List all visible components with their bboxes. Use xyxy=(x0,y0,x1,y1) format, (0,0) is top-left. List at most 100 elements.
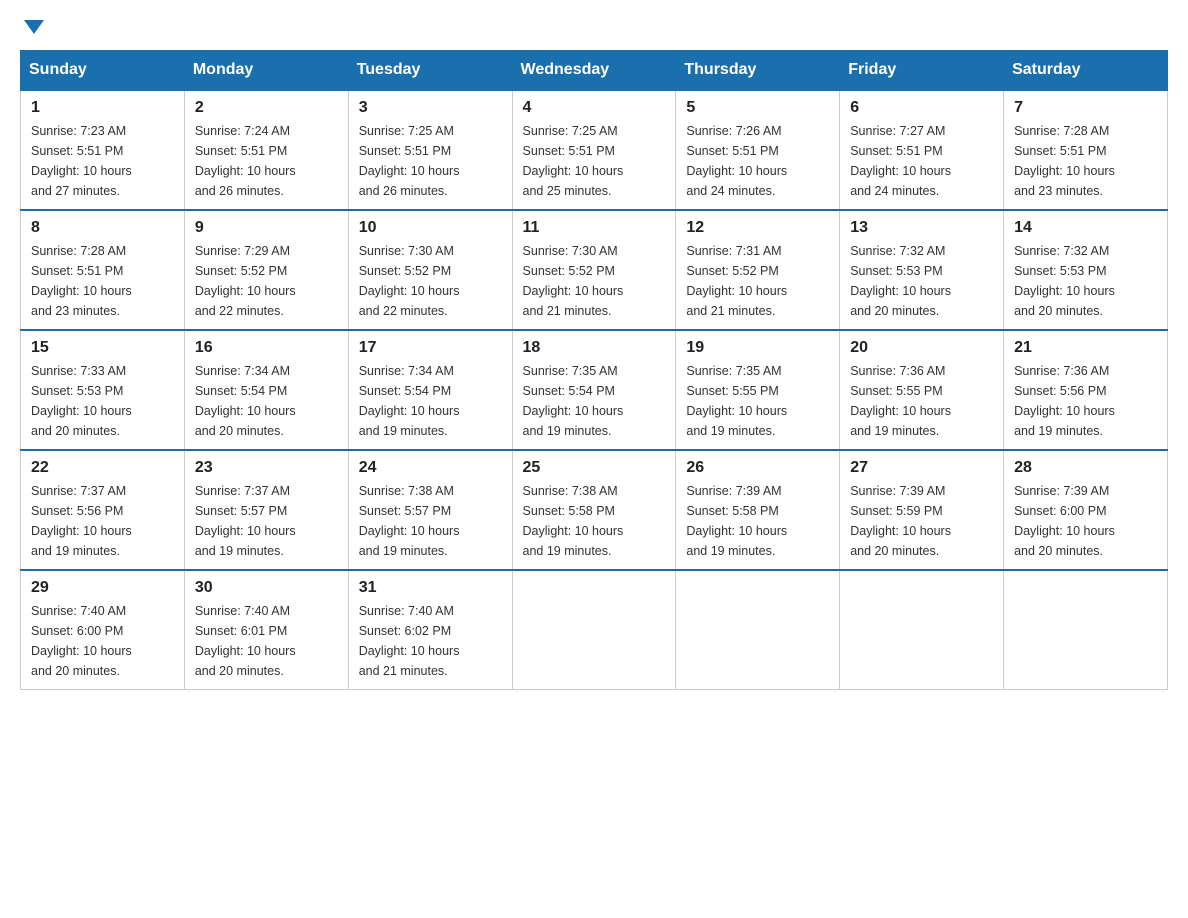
calendar-header: Sunday Monday Tuesday Wednesday Thursday… xyxy=(21,51,1168,91)
day-number: 28 xyxy=(1014,459,1157,477)
calendar-cell: 10 Sunrise: 7:30 AM Sunset: 5:52 PM Dayl… xyxy=(348,210,512,330)
day-number: 21 xyxy=(1014,339,1157,357)
day-info: Sunrise: 7:37 AM Sunset: 5:57 PM Dayligh… xyxy=(195,481,338,561)
day-number: 18 xyxy=(523,339,666,357)
day-number: 17 xyxy=(359,339,502,357)
day-number: 8 xyxy=(31,219,174,237)
header-monday: Monday xyxy=(184,51,348,91)
logo-triangle-icon xyxy=(24,20,44,34)
calendar-cell: 24 Sunrise: 7:38 AM Sunset: 5:57 PM Dayl… xyxy=(348,450,512,570)
header-row: Sunday Monday Tuesday Wednesday Thursday… xyxy=(21,51,1168,91)
calendar-cell xyxy=(676,570,840,690)
calendar-body: 1 Sunrise: 7:23 AM Sunset: 5:51 PM Dayli… xyxy=(21,90,1168,690)
calendar-week-3: 15 Sunrise: 7:33 AM Sunset: 5:53 PM Dayl… xyxy=(21,330,1168,450)
calendar-cell: 25 Sunrise: 7:38 AM Sunset: 5:58 PM Dayl… xyxy=(512,450,676,570)
calendar-cell: 14 Sunrise: 7:32 AM Sunset: 5:53 PM Dayl… xyxy=(1004,210,1168,330)
logo xyxy=(20,20,44,34)
calendar-cell: 18 Sunrise: 7:35 AM Sunset: 5:54 PM Dayl… xyxy=(512,330,676,450)
calendar-cell: 20 Sunrise: 7:36 AM Sunset: 5:55 PM Dayl… xyxy=(840,330,1004,450)
calendar-cell: 31 Sunrise: 7:40 AM Sunset: 6:02 PM Dayl… xyxy=(348,570,512,690)
calendar-cell: 27 Sunrise: 7:39 AM Sunset: 5:59 PM Dayl… xyxy=(840,450,1004,570)
day-info: Sunrise: 7:32 AM Sunset: 5:53 PM Dayligh… xyxy=(850,241,993,321)
calendar-cell: 16 Sunrise: 7:34 AM Sunset: 5:54 PM Dayl… xyxy=(184,330,348,450)
day-number: 14 xyxy=(1014,219,1157,237)
day-info: Sunrise: 7:27 AM Sunset: 5:51 PM Dayligh… xyxy=(850,121,993,201)
day-number: 2 xyxy=(195,99,338,117)
day-info: Sunrise: 7:32 AM Sunset: 5:53 PM Dayligh… xyxy=(1014,241,1157,321)
calendar-cell: 1 Sunrise: 7:23 AM Sunset: 5:51 PM Dayli… xyxy=(21,90,185,210)
day-info: Sunrise: 7:34 AM Sunset: 5:54 PM Dayligh… xyxy=(195,361,338,441)
day-number: 24 xyxy=(359,459,502,477)
day-number: 19 xyxy=(686,339,829,357)
day-info: Sunrise: 7:25 AM Sunset: 5:51 PM Dayligh… xyxy=(523,121,666,201)
day-number: 13 xyxy=(850,219,993,237)
day-number: 7 xyxy=(1014,99,1157,117)
day-info: Sunrise: 7:26 AM Sunset: 5:51 PM Dayligh… xyxy=(686,121,829,201)
day-number: 4 xyxy=(523,99,666,117)
calendar-cell: 11 Sunrise: 7:30 AM Sunset: 5:52 PM Dayl… xyxy=(512,210,676,330)
calendar-week-5: 29 Sunrise: 7:40 AM Sunset: 6:00 PM Dayl… xyxy=(21,570,1168,690)
header-sunday: Sunday xyxy=(21,51,185,91)
calendar-cell: 2 Sunrise: 7:24 AM Sunset: 5:51 PM Dayli… xyxy=(184,90,348,210)
day-info: Sunrise: 7:39 AM Sunset: 5:58 PM Dayligh… xyxy=(686,481,829,561)
calendar-cell: 19 Sunrise: 7:35 AM Sunset: 5:55 PM Dayl… xyxy=(676,330,840,450)
calendar-cell: 29 Sunrise: 7:40 AM Sunset: 6:00 PM Dayl… xyxy=(21,570,185,690)
page-header xyxy=(20,20,1168,34)
calendar-cell: 13 Sunrise: 7:32 AM Sunset: 5:53 PM Dayl… xyxy=(840,210,1004,330)
day-number: 9 xyxy=(195,219,338,237)
day-number: 15 xyxy=(31,339,174,357)
day-info: Sunrise: 7:24 AM Sunset: 5:51 PM Dayligh… xyxy=(195,121,338,201)
day-info: Sunrise: 7:39 AM Sunset: 6:00 PM Dayligh… xyxy=(1014,481,1157,561)
calendar-cell: 3 Sunrise: 7:25 AM Sunset: 5:51 PM Dayli… xyxy=(348,90,512,210)
day-number: 29 xyxy=(31,579,174,597)
day-info: Sunrise: 7:36 AM Sunset: 5:56 PM Dayligh… xyxy=(1014,361,1157,441)
day-info: Sunrise: 7:25 AM Sunset: 5:51 PM Dayligh… xyxy=(359,121,502,201)
day-info: Sunrise: 7:38 AM Sunset: 5:57 PM Dayligh… xyxy=(359,481,502,561)
day-number: 31 xyxy=(359,579,502,597)
day-info: Sunrise: 7:40 AM Sunset: 6:00 PM Dayligh… xyxy=(31,601,174,681)
header-saturday: Saturday xyxy=(1004,51,1168,91)
calendar-cell: 5 Sunrise: 7:26 AM Sunset: 5:51 PM Dayli… xyxy=(676,90,840,210)
day-info: Sunrise: 7:36 AM Sunset: 5:55 PM Dayligh… xyxy=(850,361,993,441)
calendar-cell: 4 Sunrise: 7:25 AM Sunset: 5:51 PM Dayli… xyxy=(512,90,676,210)
day-number: 3 xyxy=(359,99,502,117)
calendar-cell xyxy=(1004,570,1168,690)
calendar-cell: 26 Sunrise: 7:39 AM Sunset: 5:58 PM Dayl… xyxy=(676,450,840,570)
day-number: 1 xyxy=(31,99,174,117)
day-info: Sunrise: 7:28 AM Sunset: 5:51 PM Dayligh… xyxy=(1014,121,1157,201)
calendar-week-1: 1 Sunrise: 7:23 AM Sunset: 5:51 PM Dayli… xyxy=(21,90,1168,210)
header-thursday: Thursday xyxy=(676,51,840,91)
day-info: Sunrise: 7:33 AM Sunset: 5:53 PM Dayligh… xyxy=(31,361,174,441)
calendar-cell: 17 Sunrise: 7:34 AM Sunset: 5:54 PM Dayl… xyxy=(348,330,512,450)
day-number: 20 xyxy=(850,339,993,357)
calendar-cell: 15 Sunrise: 7:33 AM Sunset: 5:53 PM Dayl… xyxy=(21,330,185,450)
calendar-week-4: 22 Sunrise: 7:37 AM Sunset: 5:56 PM Dayl… xyxy=(21,450,1168,570)
day-info: Sunrise: 7:31 AM Sunset: 5:52 PM Dayligh… xyxy=(686,241,829,321)
calendar-cell: 22 Sunrise: 7:37 AM Sunset: 5:56 PM Dayl… xyxy=(21,450,185,570)
header-tuesday: Tuesday xyxy=(348,51,512,91)
day-number: 27 xyxy=(850,459,993,477)
calendar-cell: 12 Sunrise: 7:31 AM Sunset: 5:52 PM Dayl… xyxy=(676,210,840,330)
calendar-cell: 6 Sunrise: 7:27 AM Sunset: 5:51 PM Dayli… xyxy=(840,90,1004,210)
day-number: 30 xyxy=(195,579,338,597)
day-number: 10 xyxy=(359,219,502,237)
day-number: 26 xyxy=(686,459,829,477)
day-number: 16 xyxy=(195,339,338,357)
day-number: 22 xyxy=(31,459,174,477)
day-info: Sunrise: 7:37 AM Sunset: 5:56 PM Dayligh… xyxy=(31,481,174,561)
calendar-cell xyxy=(840,570,1004,690)
day-info: Sunrise: 7:38 AM Sunset: 5:58 PM Dayligh… xyxy=(523,481,666,561)
day-info: Sunrise: 7:40 AM Sunset: 6:02 PM Dayligh… xyxy=(359,601,502,681)
calendar-cell: 23 Sunrise: 7:37 AM Sunset: 5:57 PM Dayl… xyxy=(184,450,348,570)
day-number: 23 xyxy=(195,459,338,477)
day-number: 5 xyxy=(686,99,829,117)
calendar-table: Sunday Monday Tuesday Wednesday Thursday… xyxy=(20,50,1168,690)
calendar-cell: 8 Sunrise: 7:28 AM Sunset: 5:51 PM Dayli… xyxy=(21,210,185,330)
day-info: Sunrise: 7:39 AM Sunset: 5:59 PM Dayligh… xyxy=(850,481,993,561)
day-info: Sunrise: 7:30 AM Sunset: 5:52 PM Dayligh… xyxy=(359,241,502,321)
day-info: Sunrise: 7:23 AM Sunset: 5:51 PM Dayligh… xyxy=(31,121,174,201)
calendar-cell: 30 Sunrise: 7:40 AM Sunset: 6:01 PM Dayl… xyxy=(184,570,348,690)
calendar-cell: 21 Sunrise: 7:36 AM Sunset: 5:56 PM Dayl… xyxy=(1004,330,1168,450)
calendar-cell xyxy=(512,570,676,690)
day-info: Sunrise: 7:35 AM Sunset: 5:55 PM Dayligh… xyxy=(686,361,829,441)
